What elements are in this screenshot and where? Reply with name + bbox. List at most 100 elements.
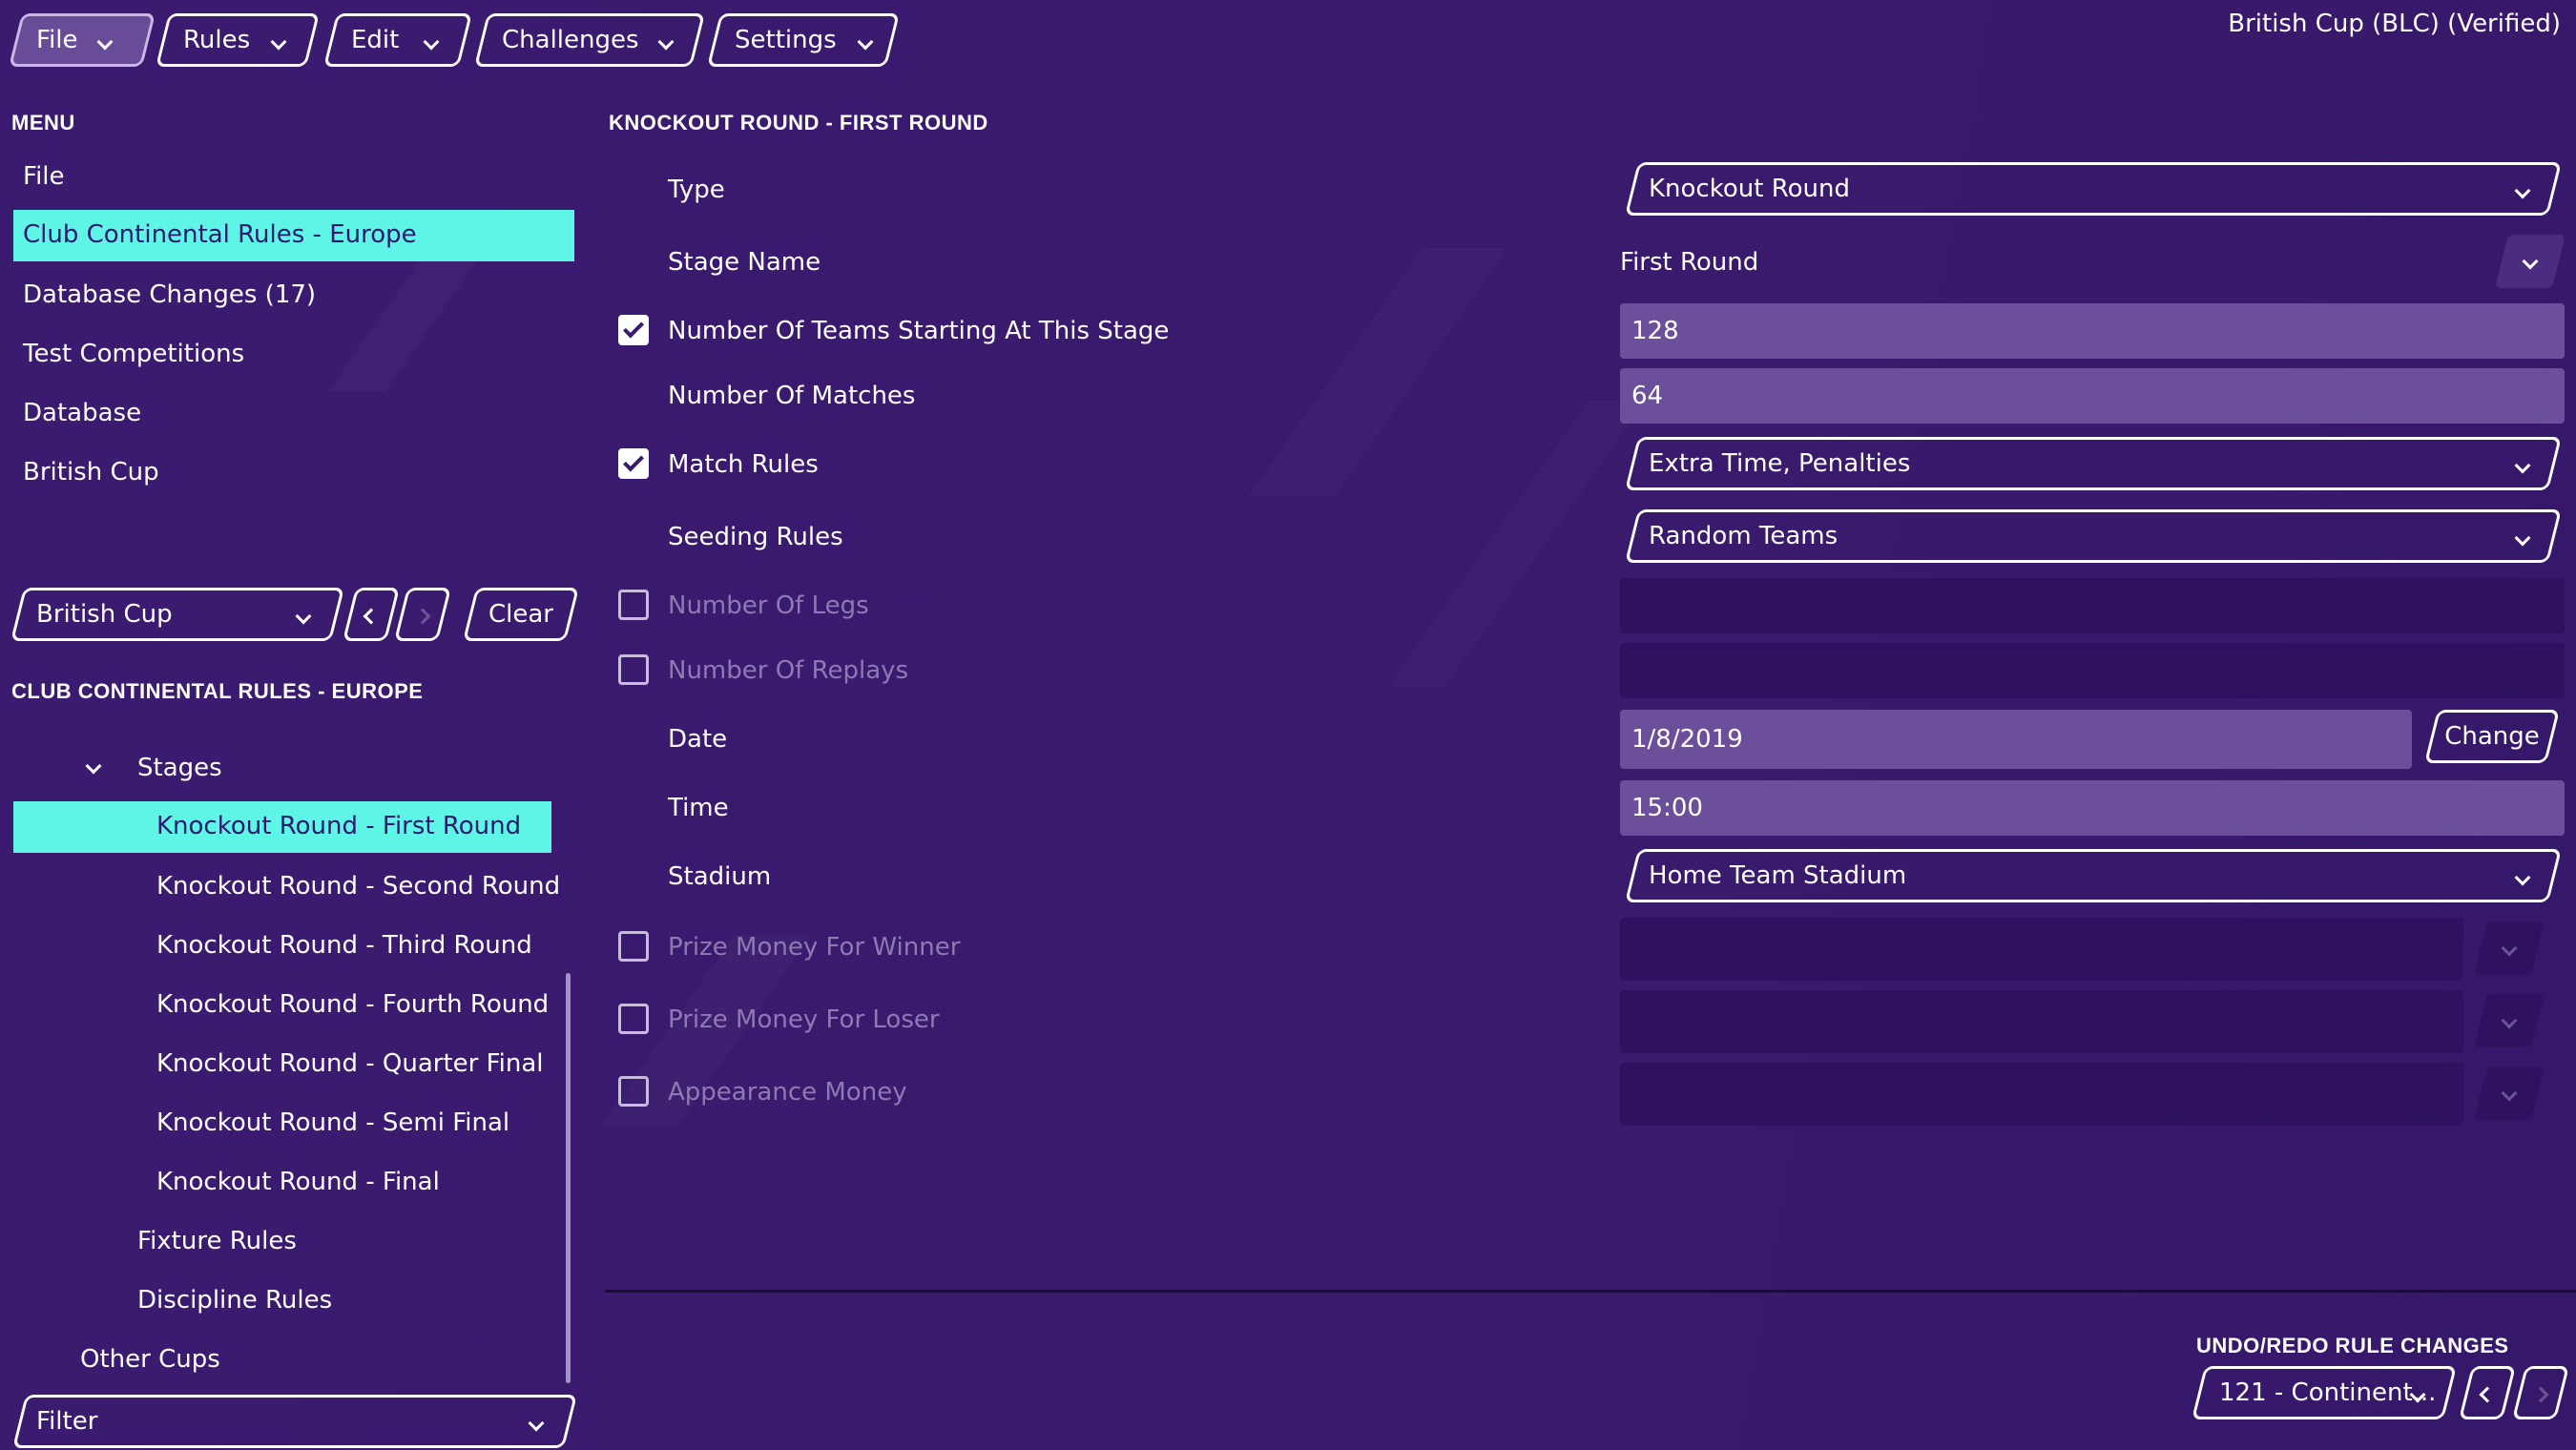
undo-button[interactable] bbox=[2465, 1366, 2509, 1419]
undo-heading: UNDO/REDO RULE CHANGES bbox=[2196, 1334, 2509, 1357]
menu-item-file[interactable]: File bbox=[23, 162, 65, 191]
match-rules-label: Match Rules bbox=[668, 450, 819, 479]
date-label: Date bbox=[668, 725, 728, 754]
tree-scrollbar[interactable] bbox=[566, 973, 571, 1383]
background-stripe bbox=[1249, 248, 1508, 496]
file-menu-label: File bbox=[36, 26, 78, 54]
tree-item-stage-selected[interactable]: Knockout Round - First Round bbox=[13, 801, 551, 853]
filter-dropdown[interactable]: Filter bbox=[19, 1395, 571, 1448]
seeding-rules-label: Seeding Rules bbox=[668, 523, 843, 551]
competition-select-value: British Cup bbox=[36, 600, 173, 629]
prize-loser-input bbox=[1620, 990, 2463, 1053]
chevron-down-icon bbox=[2522, 253, 2539, 271]
type-dropdown-value: Knockout Round bbox=[1649, 175, 1850, 203]
chevron-down-icon bbox=[2514, 861, 2531, 890]
match-rules-dropdown-value: Extra Time, Penalties bbox=[1649, 449, 1911, 478]
replays-label: Number Of Replays bbox=[668, 656, 909, 685]
menu-item-database[interactable]: Database bbox=[23, 399, 141, 427]
edit-menu-label: Edit bbox=[351, 26, 400, 54]
challenges-menu-label: Challenges bbox=[502, 26, 639, 54]
menu-item-club-continental-rules[interactable]: Club Continental Rules - Europe bbox=[13, 210, 574, 261]
time-label: Time bbox=[668, 794, 729, 822]
legs-input bbox=[1620, 578, 2565, 633]
date-input[interactable]: 1/8/2019 bbox=[1620, 710, 2412, 769]
file-menu-button[interactable]: File bbox=[15, 13, 149, 67]
rules-menu-label: Rules bbox=[183, 26, 251, 54]
prize-winner-dropdown-button bbox=[2481, 922, 2538, 975]
teams-starting-value: 128 bbox=[1631, 317, 1679, 345]
replays-checkbox[interactable] bbox=[618, 654, 649, 685]
tree-item-stage[interactable]: Knockout Round - Fourth Round bbox=[156, 990, 549, 1019]
tree-item-discipline-rules[interactable]: Discipline Rules bbox=[137, 1286, 332, 1315]
chevron-down-icon bbox=[528, 1407, 545, 1436]
appearance-checkbox[interactable] bbox=[618, 1076, 649, 1107]
tree-item-stage[interactable]: Knockout Round - Semi Final bbox=[156, 1108, 509, 1137]
menu-item-database-changes[interactable]: Database Changes (17) bbox=[23, 280, 316, 309]
background-stripe bbox=[328, 238, 492, 391]
stadium-dropdown[interactable]: Home Team Stadium bbox=[1631, 849, 2555, 902]
chevron-down-icon bbox=[295, 600, 312, 629]
date-value: 1/8/2019 bbox=[1631, 725, 1743, 754]
prize-winner-label: Prize Money For Winner bbox=[668, 933, 961, 962]
menu-heading: MENU bbox=[11, 111, 75, 135]
tree-item-stage[interactable]: Knockout Round - Quarter Final bbox=[156, 1049, 544, 1078]
tree-item-stage[interactable]: Knockout Round - Third Round bbox=[156, 931, 532, 960]
filter-label: Filter bbox=[36, 1407, 98, 1436]
prize-loser-checkbox[interactable] bbox=[618, 1004, 649, 1034]
chevron-left-icon bbox=[2479, 1378, 2496, 1407]
tree-item-stage[interactable]: Knockout Round - Second Round bbox=[156, 872, 560, 901]
menu-item-british-cup[interactable]: British Cup bbox=[23, 458, 159, 487]
stage-name-value: First Round bbox=[1620, 248, 1759, 277]
redo-button[interactable] bbox=[2519, 1366, 2563, 1419]
chevron-left-icon bbox=[363, 600, 380, 629]
next-button[interactable] bbox=[401, 588, 445, 641]
settings-menu-button[interactable]: Settings bbox=[714, 13, 893, 67]
teams-starting-input[interactable]: 128 bbox=[1620, 303, 2565, 359]
competition-select[interactable]: British Cup bbox=[17, 588, 338, 641]
edit-menu-button[interactable]: Edit bbox=[330, 13, 466, 67]
stage-name-dropdown-button[interactable] bbox=[2502, 235, 2559, 288]
menu-item-test-competitions[interactable]: Test Competitions bbox=[23, 340, 244, 368]
stage-name-label: Stage Name bbox=[668, 248, 821, 277]
challenges-menu-button[interactable]: Challenges bbox=[481, 13, 698, 67]
chevron-down-icon bbox=[2514, 449, 2531, 478]
chevron-down-icon bbox=[270, 26, 287, 54]
undo-history-dropdown[interactable]: 121 - Continent... bbox=[2198, 1366, 2450, 1419]
tree-item-fixture-rules[interactable]: Fixture Rules bbox=[137, 1227, 297, 1255]
prize-loser-dropdown-button bbox=[2481, 994, 2538, 1047]
teams-starting-checkbox[interactable] bbox=[618, 315, 649, 345]
rules-menu-button[interactable]: Rules bbox=[162, 13, 313, 67]
checkmark-icon bbox=[623, 450, 644, 472]
tree-item-stage[interactable]: Knockout Round - Final bbox=[156, 1168, 440, 1196]
clear-button[interactable]: Clear bbox=[469, 588, 572, 641]
legs-label: Number Of Legs bbox=[668, 591, 869, 620]
type-dropdown[interactable]: Knockout Round bbox=[1631, 162, 2555, 216]
match-rules-checkbox[interactable] bbox=[618, 448, 649, 479]
chevron-down-icon bbox=[2409, 1378, 2426, 1407]
matches-input[interactable]: 64 bbox=[1620, 368, 2565, 424]
chevron-right-icon bbox=[2532, 1378, 2549, 1407]
time-input[interactable]: 15:00 bbox=[1620, 780, 2565, 836]
seeding-rules-dropdown[interactable]: Random Teams bbox=[1631, 509, 2555, 563]
chevron-down-icon bbox=[657, 26, 675, 54]
chevron-down-icon bbox=[2501, 940, 2518, 958]
prize-loser-label: Prize Money For Loser bbox=[668, 1005, 940, 1034]
tree-item-other-cups[interactable]: Other Cups bbox=[80, 1345, 220, 1374]
legs-checkbox[interactable] bbox=[618, 590, 649, 620]
change-date-button[interactable]: Change bbox=[2431, 710, 2553, 763]
stages-label: Stages bbox=[137, 754, 222, 782]
match-rules-dropdown[interactable]: Extra Time, Penalties bbox=[1631, 437, 2555, 490]
prize-winner-checkbox[interactable] bbox=[618, 931, 649, 962]
divider bbox=[605, 1290, 2576, 1293]
chevron-down-icon bbox=[2501, 1012, 2518, 1030]
previous-button[interactable] bbox=[349, 588, 393, 641]
chevron-down-icon bbox=[2514, 175, 2531, 203]
chevron-down-icon bbox=[423, 26, 440, 54]
menu-item-label: Club Continental Rules - Europe bbox=[23, 220, 417, 249]
chevron-down-icon bbox=[857, 26, 874, 54]
time-value: 15:00 bbox=[1631, 794, 1703, 822]
prize-winner-input bbox=[1620, 918, 2463, 981]
settings-menu-label: Settings bbox=[735, 26, 837, 54]
matches-value: 64 bbox=[1631, 382, 1664, 410]
detail-heading: KNOCKOUT ROUND - FIRST ROUND bbox=[609, 111, 988, 135]
